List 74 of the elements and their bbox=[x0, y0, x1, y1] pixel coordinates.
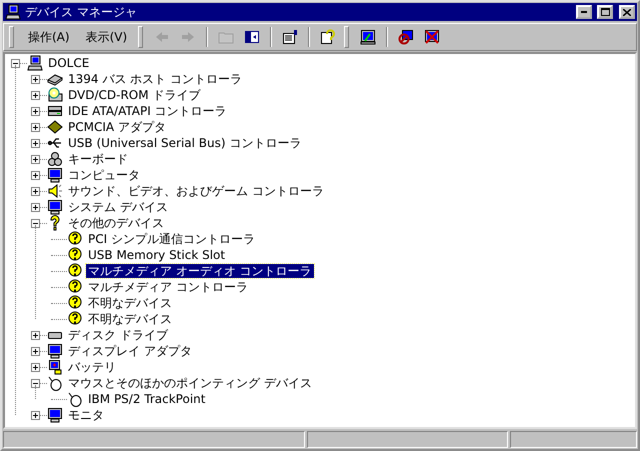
tree-item[interactable]: DVD/CD-ROM ドライブ bbox=[66, 88, 202, 102]
expand-icon[interactable] bbox=[31, 186, 40, 196]
monitor-icon bbox=[47, 407, 63, 423]
disc-drive-icon bbox=[47, 87, 63, 103]
tree-item[interactable]: DOLCE bbox=[46, 56, 92, 70]
tree-item[interactable]: マウスとそのほかのポインティング デバイス bbox=[66, 376, 314, 390]
tree-item[interactable]: システム デバイス bbox=[66, 200, 170, 214]
tree-item[interactable]: 1394 バス ホスト コントローラ bbox=[66, 72, 244, 86]
expand-icon[interactable] bbox=[31, 106, 40, 116]
expand-icon[interactable] bbox=[31, 330, 40, 340]
expand-icon[interactable] bbox=[31, 410, 40, 420]
monitor-icon bbox=[47, 343, 63, 359]
tree-item[interactable]: 不明なデバイス bbox=[86, 312, 174, 326]
expand-icon[interactable] bbox=[31, 90, 40, 100]
expand-icon[interactable] bbox=[31, 154, 40, 164]
tree-item[interactable]: USB Memory Stick Slot bbox=[86, 248, 228, 262]
expand-icon[interactable] bbox=[31, 346, 40, 356]
collapse-icon[interactable] bbox=[11, 58, 20, 68]
tree-item[interactable]: マルチメディア コントローラ bbox=[86, 280, 250, 294]
tree-item[interactable]: USB (Universal Serial Bus) コントローラ bbox=[66, 136, 304, 150]
properties-icon bbox=[282, 29, 298, 45]
window-title: デバイス マネージャ bbox=[25, 4, 138, 20]
battery-icon bbox=[47, 359, 63, 375]
tree-item[interactable]: PCMCIA アダプタ bbox=[66, 120, 168, 134]
tree-item[interactable]: ディスプレイ アダプタ bbox=[66, 344, 194, 358]
unknown-device-icon bbox=[67, 247, 83, 263]
tree-item[interactable]: マルチメディア オーディオ コントローラ bbox=[86, 264, 314, 278]
uninstall-icon bbox=[424, 29, 440, 45]
monitor-icon bbox=[47, 167, 63, 183]
close-button[interactable] bbox=[619, 5, 635, 19]
mouse-icon bbox=[47, 375, 63, 391]
expand-icon[interactable] bbox=[31, 122, 40, 132]
expand-icon[interactable] bbox=[31, 74, 40, 84]
computer-icon bbox=[5, 4, 21, 20]
mouse-icon bbox=[67, 391, 83, 407]
unknown-device-icon bbox=[67, 279, 83, 295]
unknown-device-icon bbox=[67, 231, 83, 247]
tree-item[interactable]: IBM PS/2 TrackPoint bbox=[86, 392, 208, 406]
minimize-icon bbox=[581, 11, 587, 13]
tree-item[interactable]: キーボード bbox=[66, 152, 130, 166]
unknown-device-icon bbox=[67, 295, 83, 311]
monitor-icon bbox=[47, 199, 63, 215]
tree-item[interactable]: モニタ bbox=[66, 408, 106, 422]
tree-item[interactable]: その他のデバイス bbox=[66, 216, 166, 230]
panel-icon bbox=[244, 29, 260, 45]
tree-item[interactable]: IDE ATA/ATAPI コントローラ bbox=[66, 104, 229, 118]
tree-item[interactable]: バッテリ bbox=[66, 360, 118, 374]
expand-icon[interactable] bbox=[31, 202, 40, 212]
help-icon bbox=[320, 29, 336, 45]
unknown-device-icon bbox=[67, 263, 83, 279]
disable-icon bbox=[398, 29, 414, 45]
tree-item[interactable]: ディスク ドライブ bbox=[66, 328, 170, 342]
controller-icon bbox=[47, 103, 63, 119]
card-icon bbox=[47, 119, 63, 135]
expand-icon[interactable] bbox=[31, 138, 40, 148]
collapse-icon[interactable] bbox=[31, 218, 40, 228]
unknown-device-icon bbox=[67, 311, 83, 327]
computer-icon bbox=[27, 55, 43, 71]
scan-hardware-icon bbox=[360, 29, 376, 45]
maximize-button[interactable] bbox=[597, 5, 613, 19]
tree-item[interactable]: コンピュータ bbox=[66, 168, 142, 182]
expand-icon[interactable] bbox=[31, 170, 40, 180]
tree-item[interactable]: PCI シンプル通信コントローラ bbox=[86, 232, 257, 246]
tree-item[interactable]: 不明なデバイス bbox=[86, 296, 174, 310]
collapse-icon[interactable] bbox=[31, 378, 40, 388]
back-arrow-icon bbox=[154, 29, 170, 45]
close-icon bbox=[623, 8, 631, 16]
menu-item[interactable]: 表示(V) bbox=[78, 26, 134, 48]
maximize-icon bbox=[600, 8, 610, 16]
tree-item[interactable]: サウンド、ビデオ、およびゲーム コントローラ bbox=[66, 184, 326, 198]
minimize-button[interactable] bbox=[576, 5, 592, 19]
menu-item[interactable]: 操作(A) bbox=[21, 26, 77, 48]
forward-arrow-icon bbox=[180, 29, 196, 45]
expand-icon[interactable] bbox=[31, 362, 40, 372]
